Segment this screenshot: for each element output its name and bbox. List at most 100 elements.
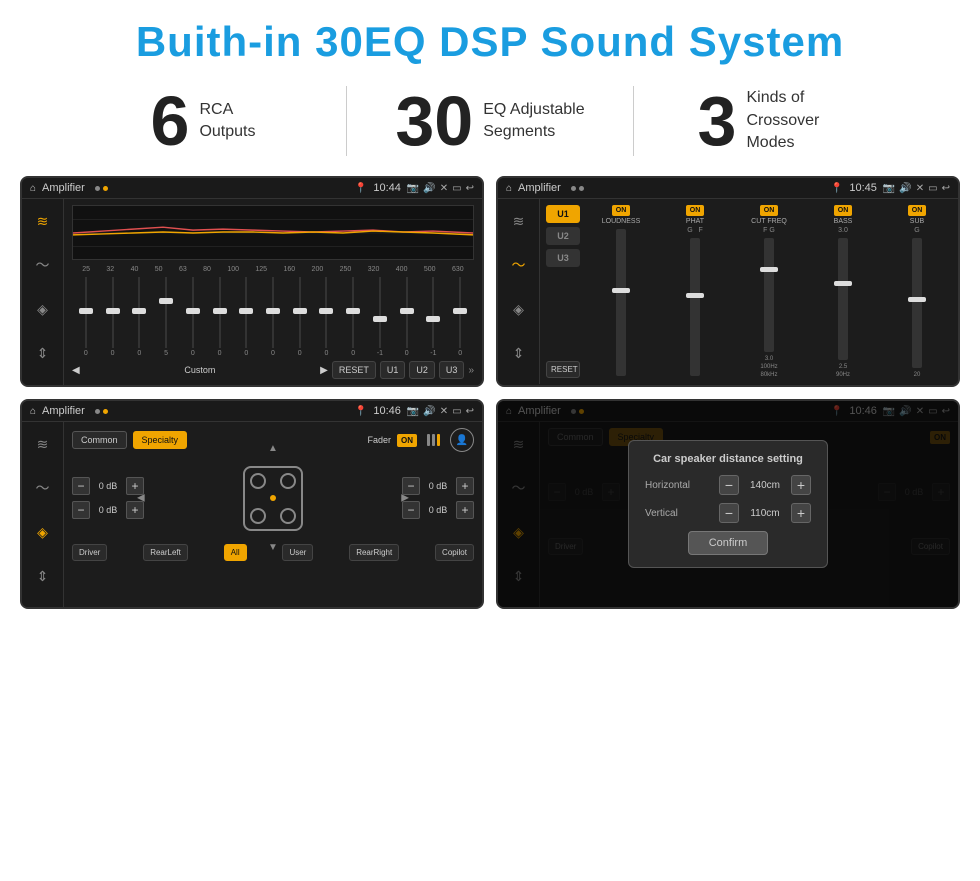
vol2-minus-btn[interactable]: − — [72, 501, 90, 519]
cross-u1-btn[interactable]: U1 — [546, 205, 580, 223]
car-right-arrow[interactable]: ▶ — [401, 493, 409, 504]
cross-reset-btn[interactable]: RESET — [546, 361, 580, 378]
eq-sidebar-eq[interactable]: ≋ — [29, 207, 57, 235]
eq-next-arrow[interactable]: ▶ — [320, 365, 328, 376]
cross-cutfreq-slider[interactable] — [764, 238, 774, 352]
cross-u3-btn[interactable]: U3 — [546, 249, 580, 267]
eq-slider-25[interactable]: 0 — [74, 277, 98, 357]
vol2-plus-btn[interactable]: + — [126, 501, 144, 519]
speaker-tl — [250, 473, 266, 489]
copilot-btn[interactable]: Copilot — [435, 544, 474, 561]
cross-cutfreq-toggle[interactable]: ON — [760, 205, 779, 216]
cross-home-icon[interactable]: ⌂ — [506, 183, 512, 194]
all-btn[interactable]: All — [224, 544, 247, 561]
eq-slider-250[interactable]: 0 — [341, 277, 365, 357]
vol4-minus-btn[interactable]: − — [402, 501, 420, 519]
cross-u2-btn[interactable]: U2 — [546, 227, 580, 245]
vertical-plus-btn[interactable]: + — [791, 503, 811, 523]
cross-loudness-slider[interactable] — [616, 229, 626, 376]
confirm-button[interactable]: Confirm — [688, 531, 769, 555]
cross-sub-slider[interactable] — [912, 238, 922, 368]
cross-cutfreq-val: 3.0 — [765, 356, 773, 362]
car-down-arrow[interactable]: ▼ — [268, 542, 278, 553]
driver-btn[interactable]: Driver — [72, 544, 107, 561]
eq-slider-160[interactable]: 0 — [288, 277, 312, 357]
eq-more-icon[interactable]: » — [468, 365, 474, 376]
eq-slider-40[interactable]: 0 — [127, 277, 151, 357]
eq-u1-btn[interactable]: U1 — [380, 361, 406, 379]
eq-slider-100[interactable]: 0 — [234, 277, 258, 357]
speaker-tr — [280, 473, 296, 489]
vol3-plus-btn[interactable]: + — [456, 477, 474, 495]
horizontal-plus-btn[interactable]: + — [791, 475, 811, 495]
cross-loudness-toggle[interactable]: ON — [612, 205, 631, 216]
eq-slider-125[interactable]: 0 — [261, 277, 285, 357]
fader-home-icon[interactable]: ⌂ — [30, 406, 36, 417]
eq-app-title: Amplifier — [42, 182, 85, 194]
cross-sidebar-speaker[interactable]: ◈ — [505, 295, 533, 323]
eq-slider-32[interactable]: 0 — [101, 277, 125, 357]
eq-slider-630[interactable]: 0 — [448, 277, 472, 357]
fader-sidebar-speaker[interactable]: ◈ — [29, 518, 57, 546]
cross-phat-slider[interactable] — [690, 238, 700, 376]
car-body-shape — [243, 466, 303, 531]
vol4-plus-btn[interactable]: + — [456, 501, 474, 519]
home-icon[interactable]: ⌂ — [30, 183, 36, 194]
eq-u2-btn[interactable]: U2 — [409, 361, 435, 379]
cross-cutfreq-col: ON CUT FREQ F G 3.0 100Hz 80kHz — [734, 205, 804, 378]
back-icon[interactable]: ↩ — [466, 183, 474, 194]
eq-u3-btn[interactable]: U3 — [439, 361, 465, 379]
eq-sidebar-speaker[interactable]: ◈ — [29, 295, 57, 323]
common-tab-btn[interactable]: Common — [72, 431, 127, 449]
cross-cutfreq-label: CUT FREQ — [751, 218, 787, 225]
eq-reset-btn[interactable]: RESET — [332, 361, 376, 379]
fader-sidebar-arrows[interactable]: ⇕ — [29, 562, 57, 590]
vertical-minus-btn[interactable]: − — [719, 503, 739, 523]
fader-sidebar-wave[interactable]: 〜 — [29, 474, 57, 502]
cross-back-icon[interactable]: ↩ — [942, 183, 950, 194]
eq-slider-63[interactable]: 0 — [181, 277, 205, 357]
fader-sidebar: ≋ 〜 ◈ ⇕ — [22, 422, 64, 607]
horizontal-minus-btn[interactable]: − — [719, 475, 739, 495]
vol-row-3: − 0 dB + — [402, 477, 474, 495]
eq-sidebar: ≋ 〜 ◈ ⇕ — [22, 199, 64, 385]
rear-left-btn[interactable]: RearLeft — [143, 544, 188, 561]
fader-settings-icon[interactable]: 👤 — [450, 428, 474, 452]
fader-back-icon[interactable]: ↩ — [466, 406, 474, 417]
eq-slider-80[interactable]: 0 — [208, 277, 232, 357]
cross-sub-val: 20 — [914, 372, 921, 378]
eq-slider-50[interactable]: 5 — [154, 277, 178, 357]
eq-bottom-bar: ◀ Custom ▶ RESET U1 U2 U3 » — [72, 361, 474, 379]
vol1-minus-btn[interactable]: − — [72, 477, 90, 495]
stat-eq-text: EQ AdjustableSegments — [483, 99, 584, 144]
cross-sidebar-eq[interactable]: ≋ — [505, 207, 533, 235]
eq-prev-arrow[interactable]: ◀ — [72, 365, 80, 376]
eq-freq-labels: 2532405063 80100125160200 25032040050063… — [72, 266, 474, 273]
fader-vol-icon: 🔊 — [423, 406, 435, 417]
cross-bass-val2: 90Hz — [836, 372, 850, 378]
fader-sidebar-eq[interactable]: ≋ — [29, 430, 57, 458]
eq-slider-500[interactable]: -1 — [422, 277, 446, 357]
status-dot-1 — [95, 186, 100, 191]
car-up-arrow[interactable]: ▲ — [268, 443, 278, 454]
vol-row-2: − 0 dB + — [72, 501, 144, 519]
cross-bass-val1: 2.5 — [839, 364, 847, 370]
cross-bass-slider[interactable] — [838, 238, 848, 360]
specialty-tab-btn[interactable]: Specialty — [133, 431, 188, 449]
stat-eq-number: 30 — [395, 86, 473, 156]
eq-slider-320[interactable]: -1 — [368, 277, 392, 357]
fader-on-badge[interactable]: ON — [397, 434, 417, 447]
user-btn[interactable]: User — [282, 544, 313, 561]
eq-sidebar-wave[interactable]: 〜 — [29, 251, 57, 279]
cross-phat-toggle[interactable]: ON — [686, 205, 705, 216]
cross-sidebar-wave[interactable]: 〜 — [505, 251, 533, 279]
eq-sidebar-arrows[interactable]: ⇕ — [29, 339, 57, 367]
eq-slider-200[interactable]: 0 — [315, 277, 339, 357]
cross-bass-toggle[interactable]: ON — [834, 205, 853, 216]
cross-sidebar-arrows[interactable]: ⇕ — [505, 339, 533, 367]
cross-sub-toggle[interactable]: ON — [908, 205, 927, 216]
car-left-arrow[interactable]: ◀ — [137, 493, 145, 504]
rear-right-btn[interactable]: RearRight — [349, 544, 399, 561]
cross-main-area: U1 U2 U3 RESET ON LOUDNESS — [540, 199, 958, 384]
eq-slider-400[interactable]: 0 — [395, 277, 419, 357]
